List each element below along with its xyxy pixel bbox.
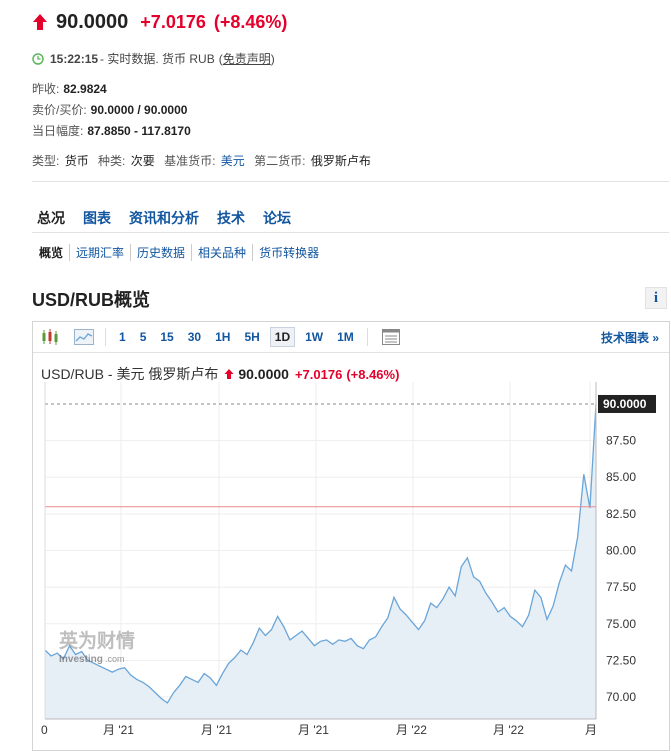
quote-meta-text: - 实时数据. 货币 RUB (100, 52, 215, 66)
table-view-icon[interactable] (380, 326, 402, 348)
price-chart[interactable]: 英为财情 Investing .com 70.00 72.50 75.00 77.50… (33, 382, 669, 751)
y-tick-label: 72.50 (606, 653, 636, 667)
toolbar-divider (105, 328, 106, 346)
subtab-historical-data[interactable]: 历史数据 (130, 244, 191, 261)
up-arrow-icon (33, 14, 47, 30)
up-arrow-icon (224, 369, 234, 379)
kind-value: 次要 (130, 154, 155, 168)
period-button-15[interactable]: 15 (156, 328, 177, 346)
y-tick-label: 80.00 (606, 544, 636, 558)
x-tick-label: 0 (41, 723, 48, 737)
toolbar-divider (366, 328, 368, 346)
candlestick-icon[interactable] (39, 326, 61, 348)
chart-toolbar: 1 5 15 30 1H 5H 1D 1W 1M 技术图表 » (33, 322, 669, 353)
clock-icon (32, 52, 44, 65)
x-tick-label: 月 '22 (493, 723, 524, 737)
chart-title: USD/RUB - 美元 俄罗斯卢布 90.0000 +7.0176 (+8.4… (41, 364, 403, 384)
x-tick-label: 月 '22 (396, 723, 427, 737)
sub-tabs: 概览 远期汇率 历史数据 相关品种 货币转换器 (39, 244, 325, 261)
kind-label: 种类: (98, 154, 126, 168)
chart-price: 90.0000 (238, 366, 289, 382)
instrument-types: 类型: 货币 种类: 次要 基准货币: 美元 第二货币: 俄罗斯卢布 (32, 152, 377, 169)
y-tick-label: 82.50 (606, 507, 636, 521)
stat-value: 87.8850 - 117.8170 (87, 124, 191, 138)
second-currency-label: 第二货币: (254, 154, 306, 168)
stat-bid-ask: 卖价/买价: 90.0000 / 90.0000 (32, 101, 187, 118)
x-tick-label: 月 (585, 723, 597, 737)
subtab-related-instruments[interactable]: 相关品种 (191, 244, 252, 261)
y-tick-label: 75.00 (606, 617, 636, 631)
period-button-1d[interactable]: 1D (269, 327, 296, 347)
stat-label: 昨收: (32, 82, 60, 96)
y-tick-label: 77.50 (606, 580, 636, 594)
stat-prev-close: 昨收: 82.9824 (32, 80, 107, 97)
stat-label: 当日幅度: (32, 124, 84, 138)
tab-news-analysis[interactable]: 资讯和分析 (129, 208, 199, 228)
period-button-1w[interactable]: 1W (301, 328, 327, 346)
overview-title: USD/RUB概览 (32, 290, 151, 310)
watermark-en: Investing (59, 654, 103, 665)
period-button-1[interactable]: 1 (115, 328, 130, 346)
tab-overview[interactable]: 总况 (37, 208, 65, 228)
y-tick-label: 70.00 (606, 690, 636, 704)
x-tick-label: 月 '21 (201, 723, 232, 737)
subtab-overview[interactable]: 概览 (39, 244, 69, 261)
last-price-label: 90.0000 (603, 397, 647, 411)
base-currency-label: 基准货币: (164, 154, 216, 168)
price-change-pct: (+8.46%) (213, 11, 288, 32)
base-currency-link[interactable]: 美元 (221, 154, 245, 168)
chart-change: +7.0176 (294, 366, 343, 382)
watermark-cn: 英为财情 (59, 629, 135, 652)
main-tabs: 总况 图表 资讯和分析 技术 论坛 (37, 208, 309, 228)
chart-instrument-name: USD/RUB - 美元 俄罗斯卢布 (41, 366, 219, 382)
quote-header: 90.0000 +7.0176 (+8.46%) (32, 8, 295, 36)
period-button-30[interactable]: 30 (184, 328, 205, 346)
paren-close: ) (270, 51, 275, 66)
divider (32, 181, 669, 182)
stat-day-range: 当日幅度: 87.8850 - 117.8170 (32, 122, 191, 139)
tab-chart[interactable]: 图表 (83, 208, 111, 228)
subtab-forward-rates[interactable]: 远期汇率 (69, 244, 130, 261)
stat-value: 90.0000 / 90.0000 (90, 103, 188, 117)
quote-time: 15:22:15 (50, 51, 99, 66)
price-change: +7.0176 (140, 11, 206, 32)
y-tick-label: 85.00 (606, 470, 636, 484)
chart-change-pct: (+8.46%) (346, 366, 400, 382)
technical-chart-link[interactable]: 技术图表 » (601, 329, 659, 346)
period-selector: 1 5 15 30 1H 5H 1D 1W 1M (112, 327, 361, 347)
y-tick-label: 87.50 (606, 434, 636, 448)
chart-widget: 1 5 15 30 1H 5H 1D 1W 1M 技术图表 » USD/RUB - 美元 俄罗斯… (32, 321, 670, 751)
x-tick-label: 月 '21 (298, 723, 329, 737)
tab-forum[interactable]: 论坛 (263, 208, 291, 228)
type-label: 类型: (32, 154, 60, 168)
stat-value: 82.9824 (63, 82, 107, 96)
info-icon[interactable]: i (645, 287, 667, 309)
type-value: 货币 (64, 154, 89, 168)
divider (32, 232, 669, 233)
quote-meta: 15:22:15 - 实时数据. 货币 RUB (免责声明) (32, 50, 275, 67)
period-button-5h[interactable]: 5H (240, 328, 263, 346)
disclaimer-link[interactable]: 免责声明 (223, 50, 271, 67)
watermark-suffix: .com (105, 654, 125, 664)
last-price: 90.0000 (56, 10, 129, 33)
area-chart-icon[interactable] (73, 326, 95, 348)
investing-watermark: 英为财情 Investing .com (59, 629, 135, 665)
tab-technical[interactable]: 技术 (217, 208, 245, 228)
second-currency-value: 俄罗斯卢布 (310, 154, 371, 168)
period-button-5[interactable]: 5 (136, 328, 151, 346)
subtab-currency-converter[interactable]: 货币转换器 (252, 244, 325, 261)
x-tick-label: 月 '21 (103, 723, 134, 737)
stat-label: 卖价/买价: (32, 103, 87, 117)
period-button-1h[interactable]: 1H (211, 328, 234, 346)
period-button-1m[interactable]: 1M (333, 328, 358, 346)
